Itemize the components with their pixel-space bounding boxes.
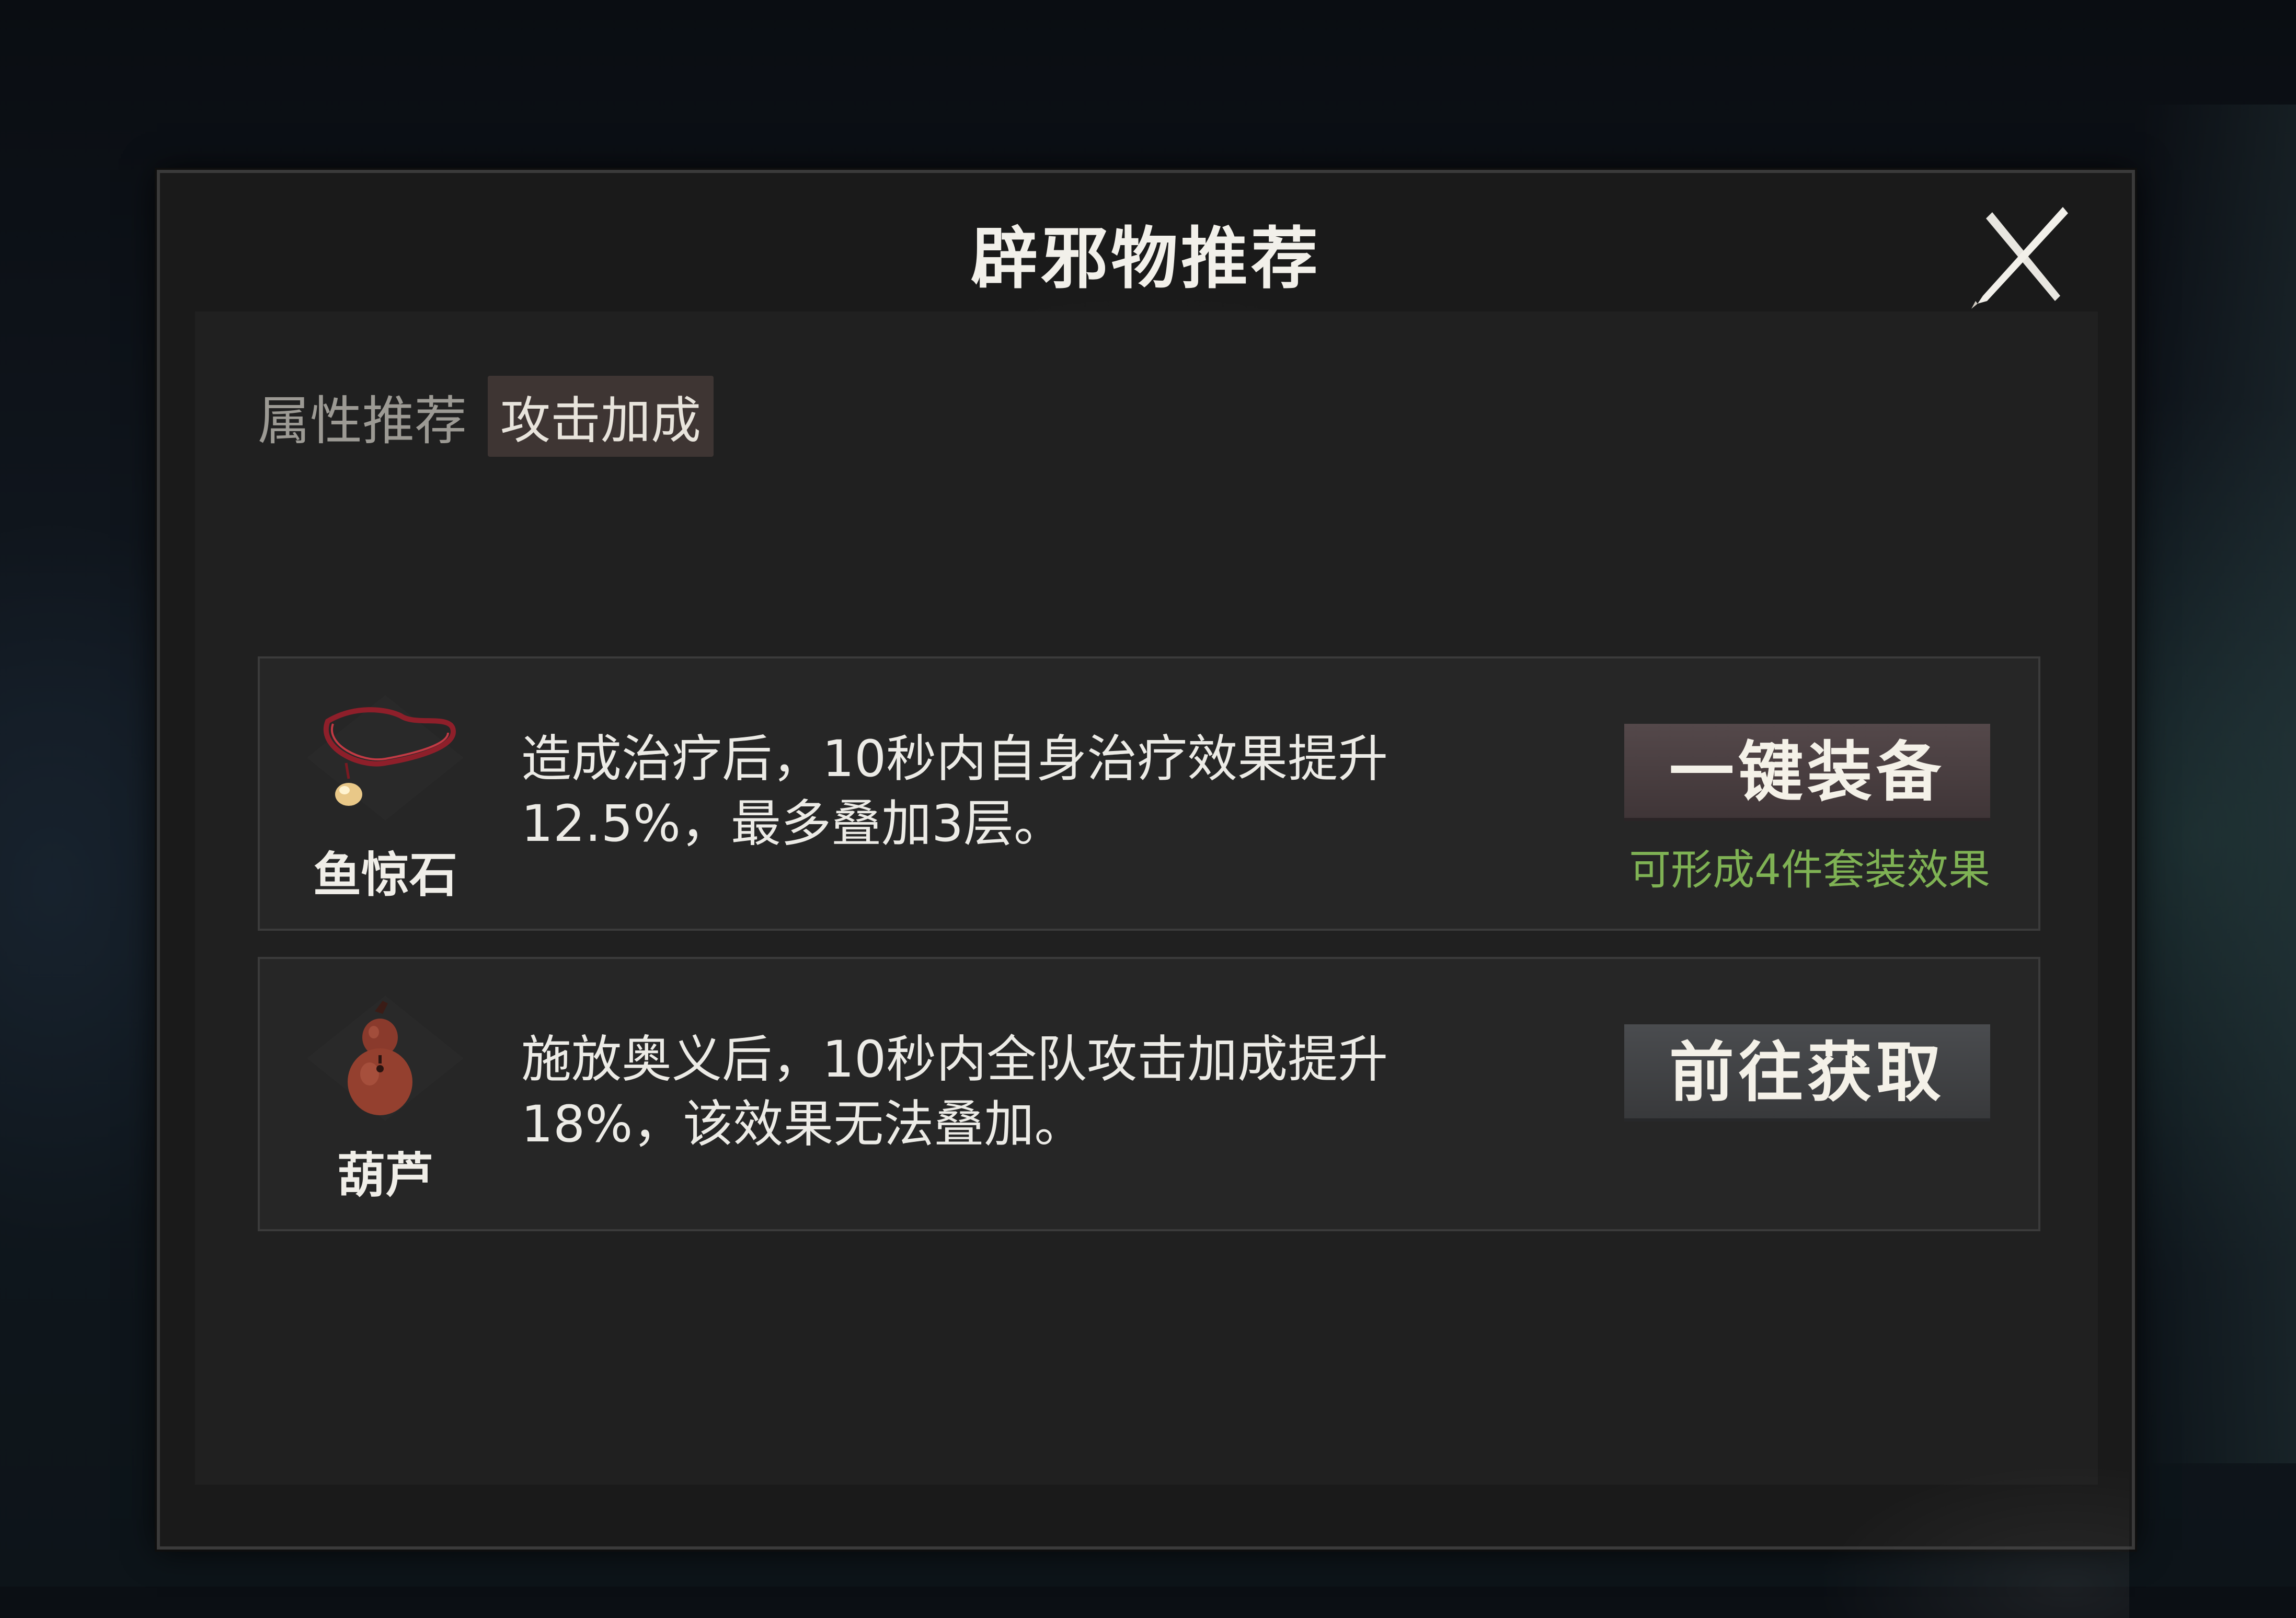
necklace-pendant-icon[interactable] xyxy=(296,690,474,826)
item-description-line: 施放奥义后，10秒内全队攻击加成提升 xyxy=(521,1030,1388,1089)
item-card-hulu: 葫芦 施放奥义后，10秒内全队攻击加成提升 18%，该效果无法叠加。 前往获取 xyxy=(258,957,2040,1231)
gourd-icon[interactable] xyxy=(296,990,474,1126)
attribute-tag: 攻击加成 xyxy=(488,375,714,457)
item-description-line: 造成治疗后，10秒内自身治疗效果提升 xyxy=(521,730,1388,788)
item-name: 鱼惊石 xyxy=(313,847,457,903)
go-obtain-button[interactable]: 前往获取 xyxy=(1624,1024,1990,1122)
item-card-yujingshi: 鱼惊石 造成治疗后，10秒内自身治疗效果提升 12.5%，最多叠加3层。 一键装… xyxy=(258,656,2040,931)
close-x-icon xyxy=(1971,207,2068,309)
close-button[interactable] xyxy=(1971,197,2076,311)
background-scenery xyxy=(2143,105,2296,1463)
set-effect-note: 可形成4件套装效果 xyxy=(1629,846,1990,894)
attribute-recommendation: 属性推荐 攻击加成 xyxy=(258,375,714,457)
recommendation-dialog: 辟邪物推荐 属性推荐 攻击加成 鱼惊石 造成治疗后，10秒内自身治疗效果提升 1… xyxy=(157,170,2135,1618)
item-description: 施放奥义后，10秒内全队攻击加成提升 18%，该效果无法叠加。 xyxy=(521,1027,1514,1157)
attribute-label: 属性推荐 xyxy=(258,390,467,452)
item-description-line: 12.5%，最多叠加3层。 xyxy=(521,794,1064,853)
item-name: 葫芦 xyxy=(337,1148,433,1204)
content-panel: 属性推荐 攻击加成 鱼惊石 造成治疗后，10秒内自身治疗效果提升 12.5%，最… xyxy=(195,311,2129,1618)
panel-corner-glow xyxy=(1816,1461,2129,1618)
item-description-line: 18%，该效果无法叠加。 xyxy=(521,1095,1085,1153)
dialog-title: 辟邪物推荐 xyxy=(970,219,1321,298)
item-description: 造成治疗后，10秒内自身治疗效果提升 12.5%，最多叠加3层。 xyxy=(521,726,1514,856)
one-click-equip-button[interactable]: 一键装备 xyxy=(1624,724,1990,821)
